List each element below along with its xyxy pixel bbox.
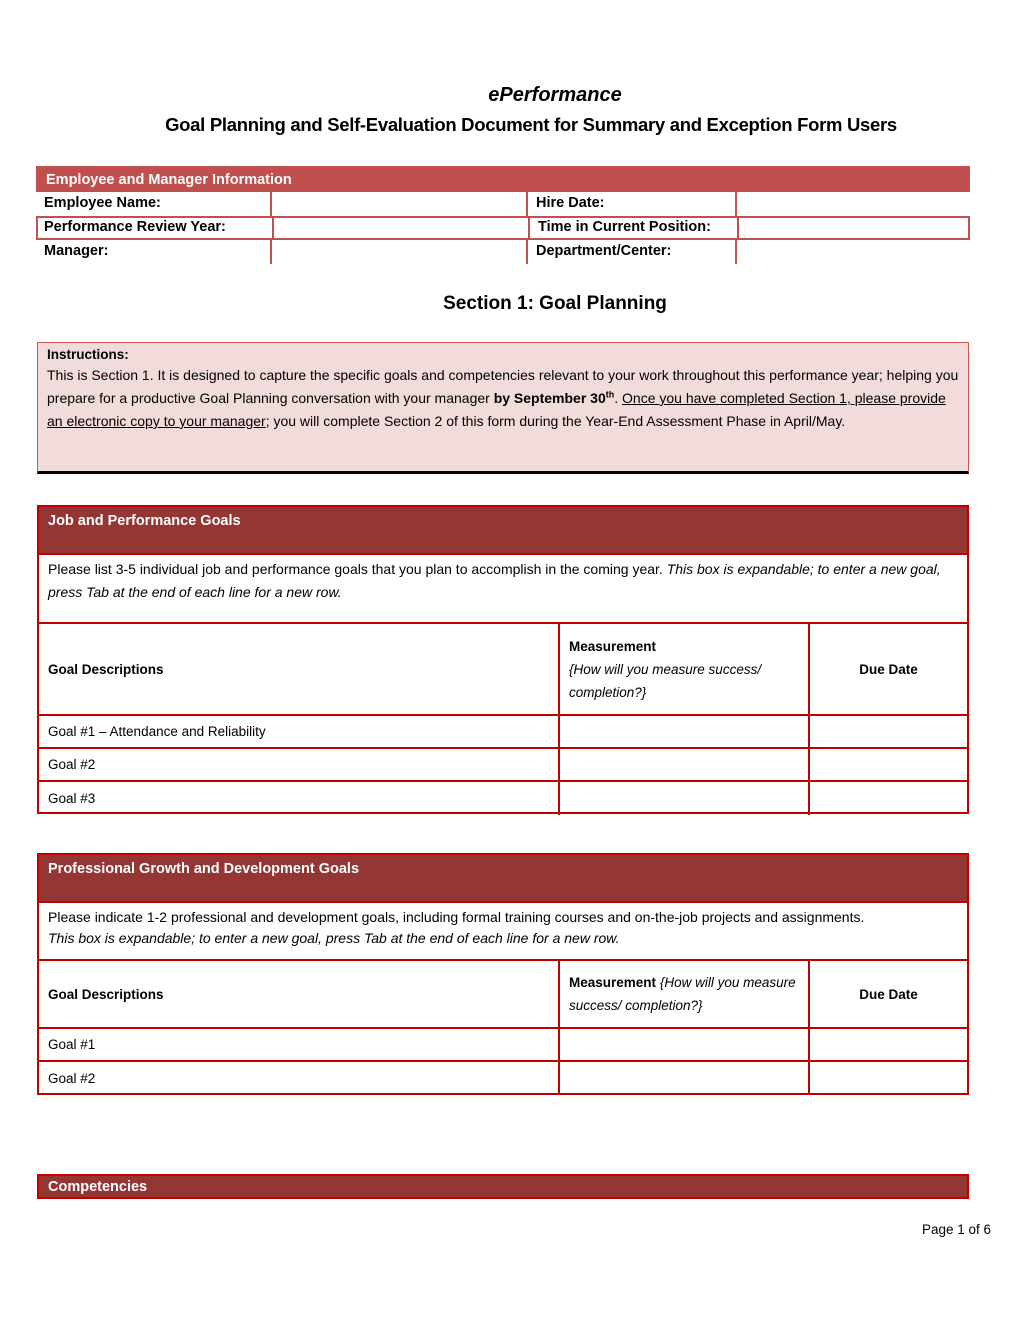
due-date-header: Due Date bbox=[859, 661, 918, 677]
review-year-label: Performance Review Year: bbox=[44, 219, 226, 235]
table-row: Goal #1 – Attendance and Reliability bbox=[39, 716, 967, 749]
measurement-header: Measurement {How will you measure succes… bbox=[560, 961, 810, 1027]
deadline-text: by September 30th bbox=[494, 390, 615, 406]
job-goals-section: Job and Performance Goals Please list 3-… bbox=[37, 505, 969, 815]
review-year-field[interactable] bbox=[272, 218, 528, 238]
hire-date-field[interactable] bbox=[735, 192, 970, 216]
document-title: Goal Planning and Self-Evaluation Docume… bbox=[165, 114, 897, 135]
goal-description-cell[interactable]: Goal #2 bbox=[39, 1062, 560, 1095]
manager-field[interactable] bbox=[270, 240, 526, 264]
employee-info-row: Employee Name: Hire Date: bbox=[36, 192, 970, 216]
professional-goals-header: Professional Growth and Development Goal… bbox=[39, 855, 967, 903]
table-row: Goal #2 bbox=[39, 1062, 967, 1095]
manager-label: Manager: bbox=[44, 243, 109, 259]
table-row: Goal #2 bbox=[39, 749, 967, 782]
measurement-header-text: Measurement {How will you measure succes… bbox=[569, 971, 799, 1017]
deadline-suffix: th bbox=[605, 389, 615, 400]
measurement-cell[interactable] bbox=[560, 1062, 810, 1095]
professional-goals-description: Please indicate 1-2 professional and dev… bbox=[39, 903, 967, 961]
hire-date-label: Hire Date: bbox=[526, 192, 735, 216]
employee-info-table: Employee and Manager Information Employe… bbox=[36, 166, 970, 264]
time-in-position-field[interactable] bbox=[737, 218, 972, 238]
professional-goals-section: Professional Growth and Development Goal… bbox=[37, 853, 969, 1095]
goal-description-cell[interactable]: Goal #1 bbox=[39, 1029, 560, 1060]
due-date-header: Due Date bbox=[859, 986, 918, 1002]
measurement-label: Measurement bbox=[569, 975, 657, 990]
description-text: Please list 3-5 individual job and perfo… bbox=[48, 561, 667, 577]
instructions-heading: Instructions: bbox=[47, 347, 129, 362]
due-date-cell[interactable] bbox=[810, 716, 967, 747]
description-text: Please indicate 1-2 professional and dev… bbox=[48, 909, 865, 925]
goal-description-cell[interactable]: Goal #3 bbox=[39, 782, 560, 815]
instructions-text-part: ; you will complete Section 2 of this fo… bbox=[265, 413, 846, 429]
due-date-cell[interactable] bbox=[810, 782, 967, 815]
goal-descriptions-header: Goal Descriptions bbox=[39, 624, 560, 714]
due-date-cell[interactable] bbox=[810, 1062, 967, 1095]
professional-goals-column-headers: Goal Descriptions Measurement {How will … bbox=[39, 961, 967, 1029]
employee-info-row: Performance Review Year: Time in Current… bbox=[36, 216, 970, 240]
deadline-date: by September 30 bbox=[493, 390, 606, 406]
section-title: Section 1: Goal Planning bbox=[443, 293, 667, 314]
department-label: Department/Center: bbox=[526, 240, 735, 264]
goal-description-cell[interactable]: Goal #1 – Attendance and Reliability bbox=[39, 716, 560, 747]
instructions-box: Instructions: This is Section 1. It is d… bbox=[37, 342, 969, 474]
job-goals-description: Please list 3-5 individual job and perfo… bbox=[39, 555, 967, 624]
table-row: Goal #3 bbox=[39, 782, 967, 815]
due-date-cell[interactable] bbox=[810, 1029, 967, 1060]
employee-name-label: Employee Name: bbox=[44, 195, 161, 211]
due-date-cell[interactable] bbox=[810, 749, 967, 780]
instructions-text: This is Section 1. It is designed to cap… bbox=[47, 364, 959, 433]
employee-info-header: Employee and Manager Information bbox=[36, 166, 970, 192]
measurement-cell[interactable] bbox=[560, 1029, 810, 1060]
description-hint: This box is expandable; to enter a new g… bbox=[48, 930, 620, 946]
measurement-cell[interactable] bbox=[560, 782, 810, 815]
department-field[interactable] bbox=[735, 240, 970, 264]
measurement-hint: {How will you measure success/ completio… bbox=[569, 661, 762, 700]
instructions-text-part: . bbox=[614, 390, 623, 406]
employee-name-field[interactable] bbox=[270, 192, 526, 216]
job-goals-column-headers: Goal Descriptions Measurement {How will … bbox=[39, 624, 967, 716]
measurement-cell[interactable] bbox=[560, 716, 810, 747]
time-in-position-label: Time in Current Position: bbox=[528, 218, 737, 238]
goal-description-cell[interactable]: Goal #2 bbox=[39, 749, 560, 780]
job-goals-header: Job and Performance Goals bbox=[39, 507, 967, 555]
page-number: Page 1 of 6 bbox=[921, 1222, 991, 1237]
goal-descriptions-header: Goal Descriptions bbox=[39, 961, 560, 1027]
table-row: Goal #1 bbox=[39, 1029, 967, 1062]
employee-info-row: Manager: Department/Center: bbox=[36, 240, 970, 264]
app-title: ePerformance bbox=[488, 84, 622, 106]
measurement-header: Measurement {How will you measure succes… bbox=[560, 624, 810, 714]
competencies-header: Competencies bbox=[37, 1174, 969, 1199]
measurement-cell[interactable] bbox=[560, 749, 810, 780]
measurement-label: Measurement bbox=[569, 638, 657, 654]
